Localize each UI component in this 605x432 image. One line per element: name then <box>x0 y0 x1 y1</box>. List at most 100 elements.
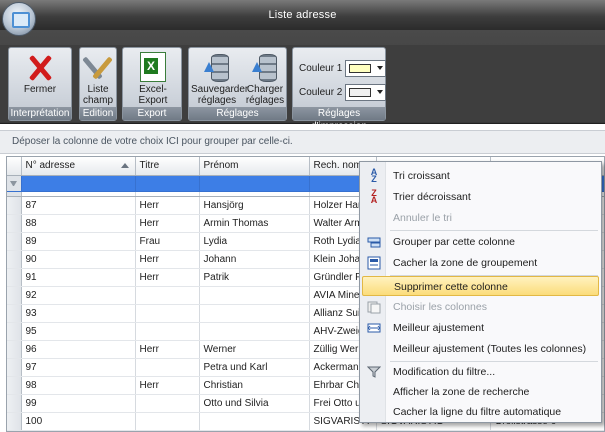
application-menu-button[interactable] <box>2 2 36 36</box>
load-settings-button[interactable]: Charger réglages <box>245 52 285 106</box>
column-chooser-icon <box>367 300 381 314</box>
menu-item-hide-auto-filter-row[interactable]: Cacher la ligne du filtre automatique <box>362 402 599 422</box>
table-cell[interactable]: Herr <box>135 250 200 269</box>
row-indicator[interactable] <box>7 322 22 341</box>
row-indicator[interactable] <box>7 286 22 305</box>
table-cell[interactable]: Herr <box>135 268 200 287</box>
ribbon-group-edition: Liste champ Edition <box>79 47 117 121</box>
row-indicator[interactable] <box>7 394 22 413</box>
table-cell[interactable] <box>199 304 310 323</box>
row-indicator-header <box>7 157 22 176</box>
column-header-title[interactable]: Titre <box>135 157 200 176</box>
sort-descending-icon: ZA <box>370 188 378 205</box>
menu-item-label: Cacher la ligne du filtre automatique <box>393 406 562 418</box>
ribbon-group-settings: Sauvegarder réglages Charger réglages Ré… <box>188 47 287 121</box>
group-by-panel[interactable]: Déposer la colonne de votre choix ICI po… <box>0 130 605 154</box>
table-cell[interactable]: Otto und Silvia <box>199 394 310 413</box>
filter-cell[interactable] <box>135 175 200 192</box>
color-2-label: Couleur 2 <box>299 87 343 98</box>
table-cell[interactable]: Patrik <box>199 268 310 287</box>
row-indicator[interactable] <box>7 412 22 431</box>
row-indicator[interactable] <box>7 340 22 359</box>
color-2-picker[interactable] <box>345 84 386 101</box>
table-cell[interactable]: Herr <box>135 340 200 359</box>
table-cell[interactable] <box>199 412 310 431</box>
table-cell[interactable]: 87 <box>21 196 136 215</box>
table-cell[interactable] <box>135 304 200 323</box>
color-1-picker[interactable] <box>345 60 386 77</box>
column-context-menu: AZ Tri croissant ZA Trier décroissant An… <box>359 161 602 423</box>
table-cell[interactable]: Johann <box>199 250 310 269</box>
table-cell[interactable]: 92 <box>21 286 136 305</box>
sort-ascending-indicator-icon <box>120 163 129 168</box>
table-cell[interactable]: 99 <box>21 394 136 413</box>
column-header-address-no[interactable]: N° adresse <box>21 157 136 176</box>
table-cell[interactable]: Frau <box>135 232 200 251</box>
menu-item-best-fit-all[interactable]: Meilleur ajustement (Toutes les colonnes… <box>362 339 599 359</box>
table-cell[interactable]: Werner <box>199 340 310 359</box>
menu-item-show-search-panel[interactable]: Afficher la zone de recherche <box>362 382 599 402</box>
menu-item-filter-editor[interactable]: Modification du filtre... <box>362 362 599 382</box>
table-cell[interactable]: 91 <box>21 268 136 287</box>
row-indicator[interactable] <box>7 268 22 287</box>
table-cell[interactable] <box>199 322 310 341</box>
row-indicator[interactable] <box>7 196 22 215</box>
menu-item-label: Supprimer cette colonne <box>394 281 508 293</box>
table-cell[interactable] <box>135 286 200 305</box>
menu-item-hide-group-panel[interactable]: Cacher la zone de groupement <box>362 253 599 273</box>
table-cell[interactable]: 88 <box>21 214 136 233</box>
menu-item-sort-ascending[interactable]: AZ Tri croissant <box>362 166 599 186</box>
row-indicator[interactable] <box>7 232 22 251</box>
row-indicator[interactable] <box>7 376 22 395</box>
table-cell[interactable]: Armin Thomas <box>199 214 310 233</box>
row-indicator[interactable] <box>7 214 22 233</box>
table-cell[interactable]: Hansjörg <box>199 196 310 215</box>
table-cell[interactable] <box>135 412 200 431</box>
table-cell[interactable] <box>199 286 310 305</box>
excel-export-button[interactable]: Excel-Export <box>125 52 181 106</box>
group-caption-interpretation: Interprétation <box>9 107 71 120</box>
column-header-label: N° adresse <box>25 160 76 172</box>
filter-row-indicator <box>7 175 22 192</box>
table-cell[interactable]: 98 <box>21 376 136 395</box>
filter-cell[interactable] <box>199 175 310 192</box>
excel-export-button-label: Excel-Export <box>138 84 168 106</box>
chevron-down-icon <box>377 90 383 94</box>
close-icon <box>24 52 56 82</box>
table-cell[interactable]: Herr <box>135 196 200 215</box>
table-cell[interactable]: 90 <box>21 250 136 269</box>
menu-item-sort-descending[interactable]: ZA Trier décroissant <box>362 187 599 207</box>
menu-item-best-fit[interactable]: Meilleur ajustement <box>362 318 599 338</box>
row-indicator[interactable] <box>7 304 22 323</box>
table-cell[interactable]: 89 <box>21 232 136 251</box>
row-indicator[interactable] <box>7 358 22 377</box>
group-caption-export: Export <box>123 107 181 120</box>
table-cell[interactable]: Petra und Karl <box>199 358 310 377</box>
table-cell[interactable]: Herr <box>135 214 200 233</box>
table-cell[interactable]: 97 <box>21 358 136 377</box>
close-button[interactable]: Fermer <box>13 52 67 95</box>
table-cell[interactable]: 100 <box>21 412 136 431</box>
menu-item-label: Meilleur ajustement <box>393 322 485 334</box>
table-cell[interactable]: 95 <box>21 322 136 341</box>
table-cell[interactable]: Lydia <box>199 232 310 251</box>
table-cell[interactable]: 93 <box>21 304 136 323</box>
ribbon-group-export: Excel-Export Export <box>122 47 182 121</box>
field-list-button[interactable]: Liste champ <box>81 52 115 106</box>
table-cell[interactable] <box>135 358 200 377</box>
table-cell[interactable]: 96 <box>21 340 136 359</box>
column-header-first-name[interactable]: Prénom <box>199 157 310 176</box>
menu-item-clear-sort[interactable]: Annuler le tri <box>362 208 599 228</box>
menu-item-label: Modification du filtre... <box>393 366 496 378</box>
table-cell[interactable]: Herr <box>135 376 200 395</box>
table-cell[interactable]: Christian <box>199 376 310 395</box>
row-indicator[interactable] <box>7 250 22 269</box>
save-settings-button[interactable]: Sauvegarder réglages <box>191 52 248 106</box>
menu-item-label: Tri croissant <box>393 170 450 182</box>
table-cell[interactable] <box>135 394 200 413</box>
filter-cell[interactable] <box>21 175 136 192</box>
menu-item-column-chooser[interactable]: Choisir les colonnes <box>362 297 599 317</box>
menu-item-remove-column[interactable]: Supprimer cette colonne <box>362 276 599 296</box>
table-cell[interactable] <box>135 322 200 341</box>
menu-item-group-by-column[interactable]: Grouper par cette colonne <box>362 232 599 252</box>
